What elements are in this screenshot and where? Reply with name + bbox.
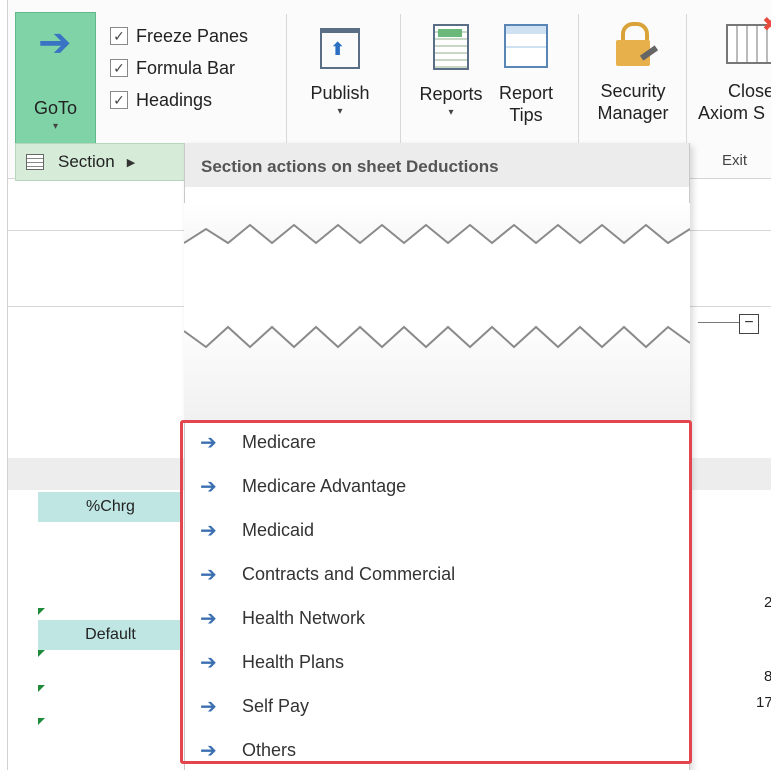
cell-flag-icon [38,650,45,657]
highlight-box [180,420,692,764]
section-actions-header: Section actions on sheet Deductions [185,143,689,187]
excel-window: ➔ GoTo ▾ ✓ Freeze Panes ✓ Formula Bar ✓ … [7,0,771,770]
headings-checkbox[interactable]: ✓ Headings [110,84,248,116]
security-manager-button[interactable]: Security Manager [592,20,674,124]
exit-group-label: Exit [722,152,748,169]
chevron-down-icon: ▾ [337,106,343,117]
report-tips-icon [504,24,548,68]
report-icon [433,24,469,70]
outline-line [698,322,739,323]
checkbox-checked-icon: ✓ [110,59,128,77]
ribbon-separator [286,14,287,150]
cell-value: 8 [764,668,771,685]
close-axiom-label: Close Axiom S [698,81,771,123]
cell-flag-icon [38,608,45,615]
freeze-panes-checkbox[interactable]: ✓ Freeze Panes [110,20,248,52]
close-sheet-icon [726,12,771,64]
arrow-right-icon: ➔ [38,21,72,65]
freeze-panes-label: Freeze Panes [136,25,249,46]
collapse-button[interactable]: − [739,314,759,334]
checkbox-checked-icon: ✓ [110,91,128,109]
cell-flag-icon [38,718,45,725]
publish-icon: ⬆ [320,28,360,69]
formula-bar-checkbox[interactable]: ✓ Formula Bar [110,52,248,84]
report-tips-label: Report Tips [498,83,554,125]
ribbon-separator [686,14,687,150]
ribbon-separator [400,14,401,150]
security-manager-label: Security Manager [597,81,669,123]
chevron-down-icon: ▾ [448,107,454,118]
torn-edge-bottom [184,313,690,423]
formula-bar-label: Formula Bar [136,57,236,78]
reports-label: Reports [419,84,483,104]
close-axiom-button[interactable]: Close Axiom S [698,12,771,124]
checkbox-checked-icon: ✓ [110,27,128,45]
publish-button[interactable]: ⬆ Publish ▾ [300,20,380,117]
ribbon-separator [578,14,579,150]
goto-label: GoTo [33,98,78,118]
publish-label: Publish [310,83,370,103]
goto-button[interactable]: ➔ GoTo ▾ [15,12,96,147]
report-tips-button[interactable]: Report Tips [486,20,566,126]
section-menu-item[interactable]: Section ▶ [15,143,187,181]
section-label: Section [58,152,115,171]
cell-value: 17 [756,694,771,711]
cell-value: 2 [764,594,771,611]
view-checkboxes: ✓ Freeze Panes ✓ Formula Bar ✓ Headings [110,20,248,116]
section-icon [26,154,44,170]
headings-label: Headings [136,89,213,110]
default-cell[interactable]: Default [38,620,183,650]
torn-edge-top [184,203,690,313]
cell-flag-icon [38,685,45,692]
chevron-down-icon: ▾ [52,121,59,132]
chevron-right-icon: ▶ [126,156,136,169]
reports-button[interactable]: Reports ▾ [416,20,486,118]
chrg-cell[interactable]: %Chrg [38,492,183,522]
lock-key-icon [616,22,659,66]
